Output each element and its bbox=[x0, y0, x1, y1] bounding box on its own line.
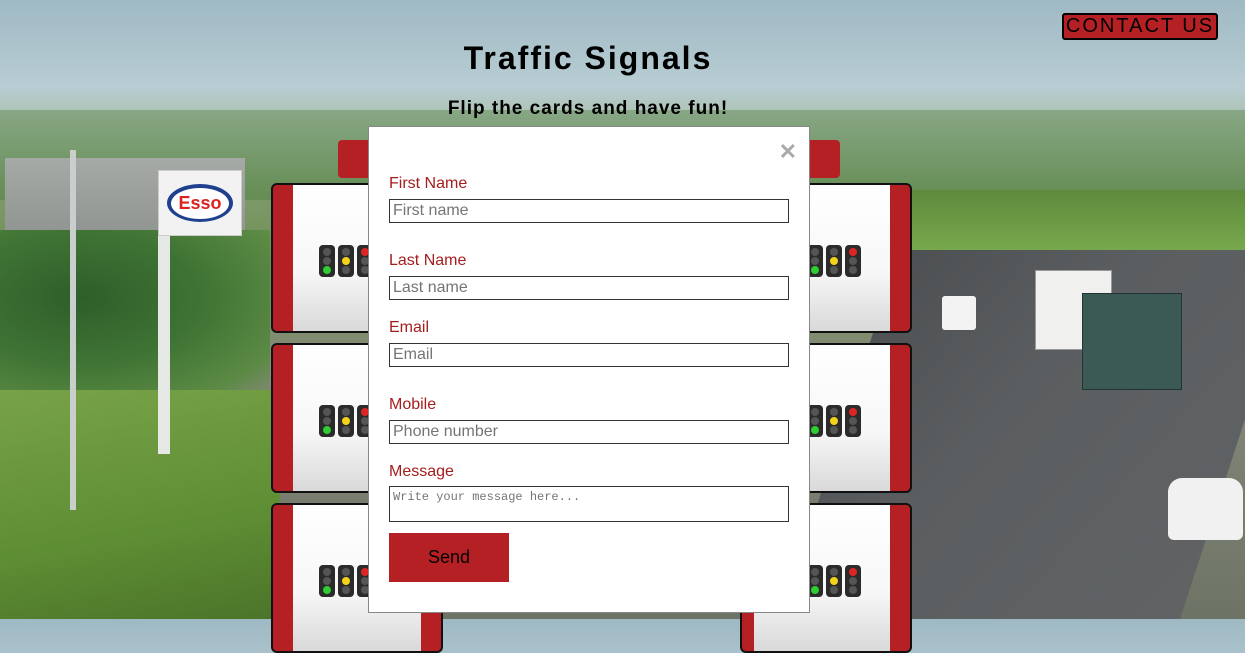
traffic-light-icon bbox=[807, 405, 861, 437]
first-name-field[interactable]: First name bbox=[389, 199, 789, 223]
email-label: Email bbox=[389, 319, 430, 336]
van bbox=[942, 296, 976, 330]
contact-us-button[interactable]: CONTACT US bbox=[1062, 13, 1218, 40]
sign-pole bbox=[158, 232, 170, 454]
first-name-label: First Name bbox=[389, 175, 468, 192]
esso-sign: Esso bbox=[158, 170, 242, 236]
contact-modal: ✕ First Name First name Last Name Last n… bbox=[368, 126, 810, 613]
trees bbox=[0, 230, 270, 400]
traffic-light-icon bbox=[319, 405, 373, 437]
truck bbox=[1082, 293, 1182, 390]
car bbox=[1168, 478, 1243, 540]
send-button[interactable]: Send bbox=[389, 533, 509, 582]
esso-logo: Esso bbox=[171, 187, 229, 219]
traffic-light-icon bbox=[319, 565, 373, 597]
email-field[interactable]: Email bbox=[389, 343, 789, 367]
traffic-light-icon bbox=[807, 245, 861, 277]
page-title: Traffic Signals bbox=[463, 40, 713, 76]
close-icon[interactable]: ✕ bbox=[779, 141, 797, 163]
grass bbox=[0, 390, 280, 619]
mobile-field[interactable]: Phone number bbox=[389, 420, 789, 444]
traffic-light-icon bbox=[319, 245, 373, 277]
mobile-label: Mobile bbox=[389, 396, 437, 413]
last-name-field[interactable]: Last name bbox=[389, 276, 789, 300]
last-name-label: Last Name bbox=[389, 252, 467, 269]
traffic-light-icon bbox=[807, 565, 861, 597]
page-subtitle: Flip the cards and have fun! bbox=[447, 98, 729, 119]
message-field[interactable]: Write your message here... bbox=[389, 486, 789, 522]
message-label: Message bbox=[389, 463, 454, 480]
street-lamp bbox=[70, 150, 76, 510]
